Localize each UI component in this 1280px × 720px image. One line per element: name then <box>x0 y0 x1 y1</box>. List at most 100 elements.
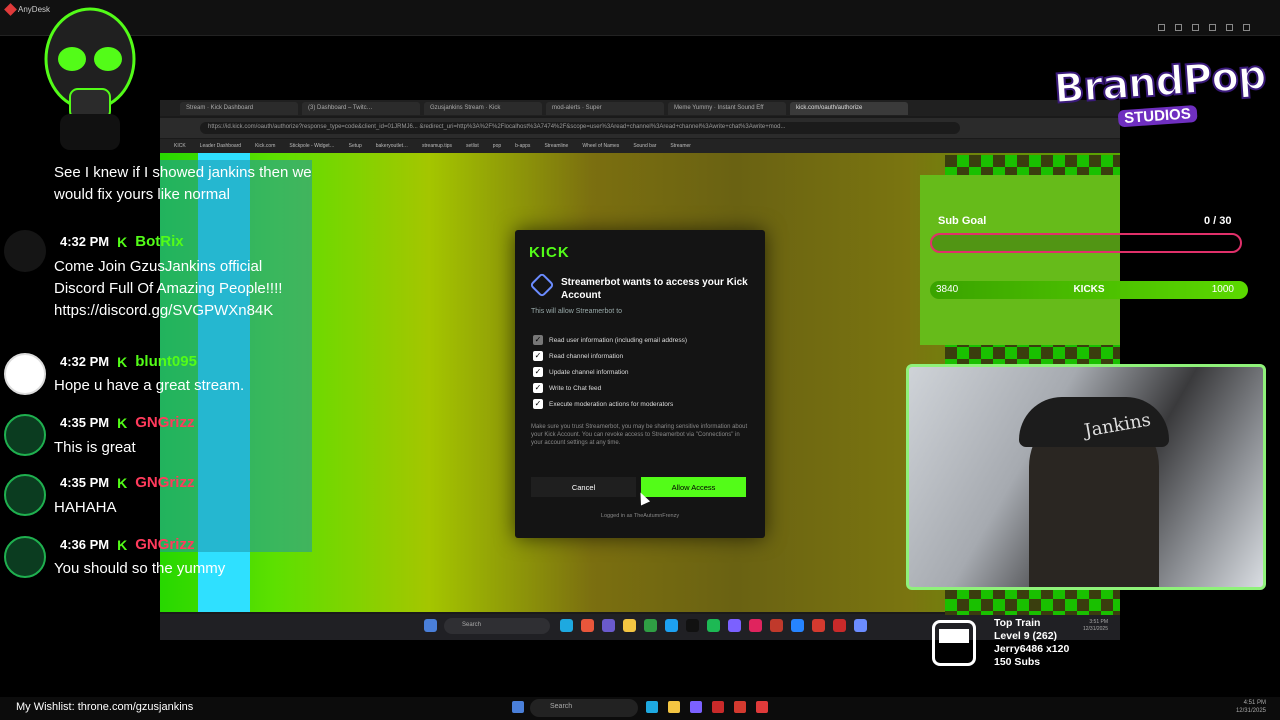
chat-meta: 4:35 PM K GNGrizz <box>60 474 194 491</box>
kicks-end-value: 1000 <box>1211 284 1234 295</box>
bookmark-item[interactable]: Wheel of Names <box>582 143 619 149</box>
chat-username: blunt095 <box>135 353 197 370</box>
app-icon[interactable] <box>665 619 678 632</box>
browser-tab[interactable]: (3) Dashboard – Twitc… <box>302 101 420 115</box>
bookmark-item[interactable]: Leader Dashboard <box>200 143 241 149</box>
checkbox-checked-icon[interactable]: ✓ <box>533 351 543 361</box>
browser-tab-strip: Stream · Kick Dashboard (3) Dashboard – … <box>160 100 1120 116</box>
toolbar-icon[interactable] <box>1158 24 1165 31</box>
chat-message-text: Hope u have a great stream. <box>54 377 245 394</box>
toolbar-icon[interactable] <box>1243 24 1250 31</box>
app-icon[interactable] <box>602 619 615 632</box>
permission-item[interactable]: ✓ Update channel information <box>533 364 753 380</box>
wishlist-text: My Wishlist: throne.com/gzusjankins <box>16 701 194 713</box>
cancel-button[interactable]: Cancel <box>531 477 636 497</box>
streamerbot-icon <box>529 272 555 298</box>
anydesk-icon[interactable] <box>756 701 768 713</box>
remote-clock: 3:51 PM 12/31/2025 <box>1082 619 1108 632</box>
app-icon[interactable] <box>812 619 825 632</box>
edge-icon[interactable] <box>560 619 573 632</box>
sub-goal-progress-bar <box>930 233 1242 253</box>
app-icon[interactable] <box>749 619 762 632</box>
permission-list: ✓ Read user information (including email… <box>533 332 753 412</box>
avatar <box>4 414 46 456</box>
anydesk-logo-icon <box>4 3 17 16</box>
skull-logo-icon <box>44 7 136 150</box>
url-input[interactable]: https://id.kick.com/oauth/authorize?resp… <box>200 122 960 134</box>
folder-icon[interactable] <box>668 701 680 713</box>
chat-username: GNGrizz <box>135 414 195 431</box>
local-pinned-apps <box>646 701 768 713</box>
checkbox-checked-icon[interactable]: ✓ <box>533 367 543 377</box>
checkbox-checked-icon[interactable]: ✓ <box>533 399 543 409</box>
avatar <box>4 536 46 578</box>
chat-meta: 4:36 PM K GNGrizz <box>60 536 194 553</box>
start-icon[interactable] <box>424 619 437 632</box>
bookmark-item[interactable]: Kick.com <box>255 143 275 149</box>
top-train-level: Level 9 (262) <box>994 630 1058 642</box>
tiktok-icon[interactable] <box>686 619 699 632</box>
local-clock: 4:51 PM 12/31/2025 <box>1235 700 1266 714</box>
browser-tab[interactable]: Stream · Kick Dashboard <box>180 101 298 115</box>
streamerbot-icon[interactable] <box>854 619 867 632</box>
toolbar-icon[interactable] <box>1226 24 1233 31</box>
app-icon[interactable] <box>581 619 594 632</box>
app-icon[interactable] <box>728 619 741 632</box>
checkbox-checked-icon[interactable]: ✓ <box>533 383 543 393</box>
avatar <box>4 474 46 516</box>
bookmark-item[interactable]: setlist <box>466 143 479 149</box>
kick-badge-icon: K <box>117 414 128 431</box>
permission-item[interactable]: ✓ Read channel information <box>533 348 753 364</box>
toolbar-icon[interactable] <box>1209 24 1216 31</box>
remote-search-box[interactable]: Search <box>444 618 550 634</box>
app-icon[interactable] <box>690 701 702 713</box>
chat-username: GNGrizz <box>135 536 195 553</box>
permission-item: ✓ Read user information (including email… <box>533 332 753 348</box>
bookmark-item[interactable]: bakeryoutlet… <box>376 143 408 149</box>
remote-taskbar: Search 3:51 PM 12/31/2025 <box>160 614 1120 640</box>
bookmark-item[interactable]: Sound bar <box>633 143 656 149</box>
browser-tab[interactable]: mod-alerts · Super <box>546 101 664 115</box>
edge-icon[interactable] <box>646 701 658 713</box>
app-icon[interactable] <box>770 619 783 632</box>
permission-label: Read channel information <box>549 352 624 360</box>
app-icon[interactable] <box>644 619 657 632</box>
chat-timestamp: 4:35 PM <box>60 475 110 490</box>
bookmark-item[interactable]: pop <box>493 143 501 149</box>
permission-item[interactable]: ✓ Write to Chat feed <box>533 380 753 396</box>
bookmark-item[interactable]: Streamer <box>670 143 691 149</box>
app-icon[interactable] <box>791 619 804 632</box>
brand-name: BrandPop <box>1051 51 1267 114</box>
permission-item[interactable]: ✓ Execute moderation actions for moderat… <box>533 396 753 412</box>
goal-panel <box>920 175 1120 345</box>
chat-meta: 4:32 PM K BotRix <box>60 233 184 250</box>
folder-icon[interactable] <box>623 619 636 632</box>
chat-meta: 4:35 PM K GNGrizz <box>60 414 194 431</box>
browser-tab[interactable]: Meme Yummy · Instant Sound Eff <box>668 101 786 115</box>
app-icon[interactable] <box>734 701 746 713</box>
chat-timestamp: 4:32 PM <box>60 354 110 369</box>
bookmark-item[interactable]: Stickpole - Widget… <box>289 143 334 149</box>
kicks-goal-bar: 3840 KICKS 1000 <box>930 281 1248 299</box>
bookmark-item[interactable]: b-apps <box>515 143 530 149</box>
browser-tab[interactable]: Gzusjankins Stream · Kick <box>424 101 542 115</box>
trust-notice: Make sure you trust Streamerbot, you may… <box>531 424 748 446</box>
bookmark-item[interactable]: streamup.tips <box>422 143 452 149</box>
bookmark-item[interactable]: KICK <box>174 143 186 149</box>
bookmark-item[interactable]: Streamline <box>544 143 568 149</box>
allow-access-button[interactable]: Allow Access <box>641 477 746 497</box>
toolbar-icon[interactable] <box>1192 24 1199 31</box>
app-icon[interactable] <box>833 619 846 632</box>
anydesk-title-bar: AnyDesk <box>0 0 1280 36</box>
permission-label: Read user information (including email a… <box>549 336 688 344</box>
browser-tab-active[interactable]: kick.com/oauth/authorize <box>790 101 908 115</box>
start-icon[interactable] <box>512 701 524 713</box>
local-search-box[interactable]: Search <box>530 699 638 717</box>
spotify-icon[interactable] <box>707 619 720 632</box>
dialog-title: Streamerbot wants to access your Kick Ac… <box>561 277 748 301</box>
logged-in-as: Logged in as TheAutumnFrenzy <box>600 513 680 519</box>
app-icon[interactable] <box>712 701 724 713</box>
remote-toolbar <box>1158 24 1250 31</box>
toolbar-icon[interactable] <box>1175 24 1182 31</box>
bookmark-item[interactable]: Setup <box>349 143 362 149</box>
